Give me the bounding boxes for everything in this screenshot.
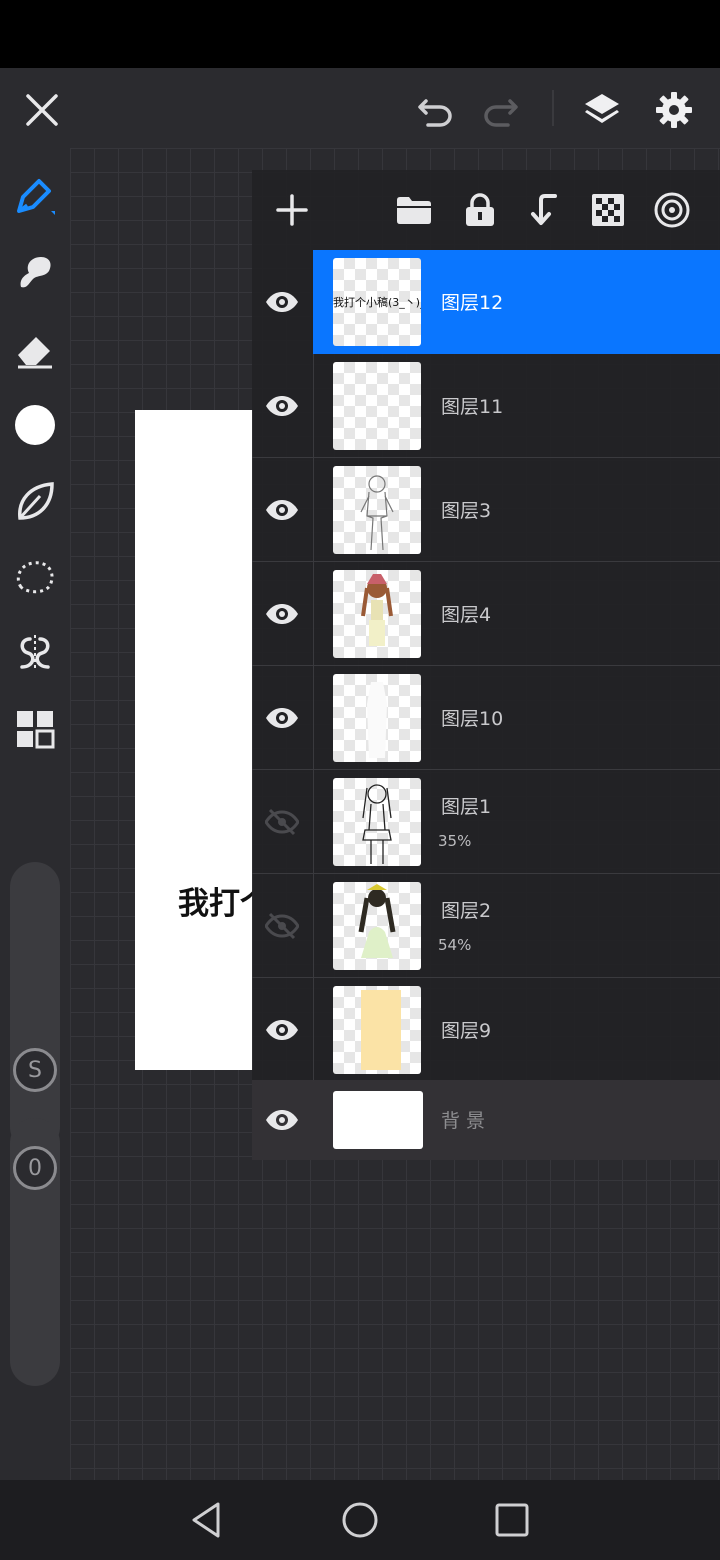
lineart-figure [362, 784, 392, 864]
eye-icon[interactable] [260, 488, 304, 532]
layer-thumbnail: 我打个小稿(3_丶)_ [333, 258, 421, 346]
layer-row[interactable]: 我打个小稿(3_丶)_ 图层12 [252, 250, 720, 354]
row-divider [313, 666, 314, 770]
layer-thumbnail [333, 570, 421, 658]
layers-panel: 我打个小稿(3_丶)_ 图层12 图层11 图层3 图层4 图层10 图层1 3… [252, 170, 720, 1160]
silhouette [367, 682, 387, 758]
smudge-icon[interactable] [10, 248, 60, 298]
layer-thumbnail [333, 882, 421, 970]
appbar-divider [552, 90, 554, 126]
eye-icon[interactable] [260, 696, 304, 740]
layers-icon[interactable] [580, 88, 624, 132]
layer-name: 图层2 [441, 900, 492, 922]
layer-name: 图层10 [441, 708, 504, 730]
background-layer-name: 背景 [441, 1110, 492, 1132]
opacity-slider-knob[interactable]: 0 [13, 1146, 57, 1190]
layer-row[interactable]: 图层4 [252, 562, 720, 666]
brush-size-slider[interactable] [10, 862, 60, 1152]
dark-figure [358, 884, 396, 958]
merge-down-icon[interactable] [522, 188, 566, 232]
gear-icon[interactable] [652, 88, 696, 132]
layer-thumbnail [333, 674, 421, 762]
eye-hidden-icon[interactable] [260, 800, 304, 844]
lock-icon[interactable] [458, 188, 502, 232]
thumbnail-text: 我打个小稿(3_丶)_ [333, 296, 421, 309]
redo-icon[interactable] [478, 88, 522, 132]
symmetry-icon[interactable] [10, 628, 60, 678]
background-layer-row[interactable]: 背景 [252, 1080, 720, 1160]
row-divider [313, 770, 314, 874]
layer-row[interactable]: 图层3 [252, 458, 720, 562]
fill-rect [361, 990, 401, 1070]
layer-name: 图层1 [441, 796, 492, 818]
layer-name: 图层11 [441, 396, 504, 418]
row-divider [313, 562, 314, 666]
color-icon[interactable] [10, 400, 60, 450]
layer-name: 图层3 [441, 500, 492, 522]
layer-row[interactable]: 图层1 35% [252, 770, 720, 874]
layer-row[interactable]: 图层2 54% [252, 874, 720, 978]
eye-icon[interactable] [260, 592, 304, 636]
layer-name: 图层4 [441, 604, 492, 626]
eye-hidden-icon[interactable] [260, 904, 304, 948]
undo-icon[interactable] [414, 88, 458, 132]
pen-icon[interactable] [10, 172, 60, 222]
layer-thumbnail [333, 778, 421, 866]
app-bar [0, 68, 720, 148]
row-divider [313, 354, 314, 458]
row-divider [313, 458, 314, 562]
eye-icon[interactable] [260, 1008, 304, 1052]
eraser-icon[interactable] [10, 324, 60, 374]
back-icon[interactable] [184, 1498, 228, 1542]
canvas-text: 我打个小稿 [178, 886, 253, 922]
target-icon[interactable] [650, 188, 694, 232]
layer-thumbnail [333, 466, 421, 554]
status-bar [0, 0, 720, 68]
layer-row[interactable]: 图层11 [252, 354, 720, 458]
lasso-icon[interactable] [10, 552, 60, 602]
layer-row[interactable]: 图层9 [252, 978, 720, 1082]
sketch-figure [360, 475, 394, 551]
layer-opacity: 35% [438, 832, 472, 850]
eye-icon[interactable] [260, 384, 304, 428]
add-icon[interactable] [270, 188, 314, 232]
background-thumbnail [333, 1091, 423, 1149]
layer-thumbnail [333, 362, 421, 450]
eye-icon[interactable] [260, 280, 304, 324]
recents-icon[interactable] [490, 1498, 534, 1542]
system-nav-bar [0, 1480, 720, 1560]
eye-icon[interactable] [260, 1098, 304, 1142]
color-figure [361, 574, 393, 646]
layer-thumbnail [333, 986, 421, 1074]
home-icon[interactable] [338, 1498, 382, 1542]
layer-row[interactable]: 图层10 [252, 666, 720, 770]
folder-icon[interactable] [392, 188, 436, 232]
layer-name: 图层12 [441, 292, 504, 314]
row-divider [313, 874, 314, 978]
tool-sidebar: S 0 [0, 148, 70, 1480]
layers-panel-header [252, 170, 720, 250]
close-icon[interactable] [20, 88, 64, 132]
size-slider-knob[interactable]: S [13, 1048, 57, 1092]
leaf-icon[interactable] [10, 476, 60, 526]
drawing-canvas[interactable]: 我打个小稿 [135, 410, 253, 1070]
layer-name: 图层9 [441, 1020, 492, 1042]
transparency-icon[interactable] [586, 188, 630, 232]
grid-icon[interactable] [10, 704, 60, 754]
layer-opacity: 54% [438, 936, 472, 954]
row-divider [313, 978, 314, 1082]
